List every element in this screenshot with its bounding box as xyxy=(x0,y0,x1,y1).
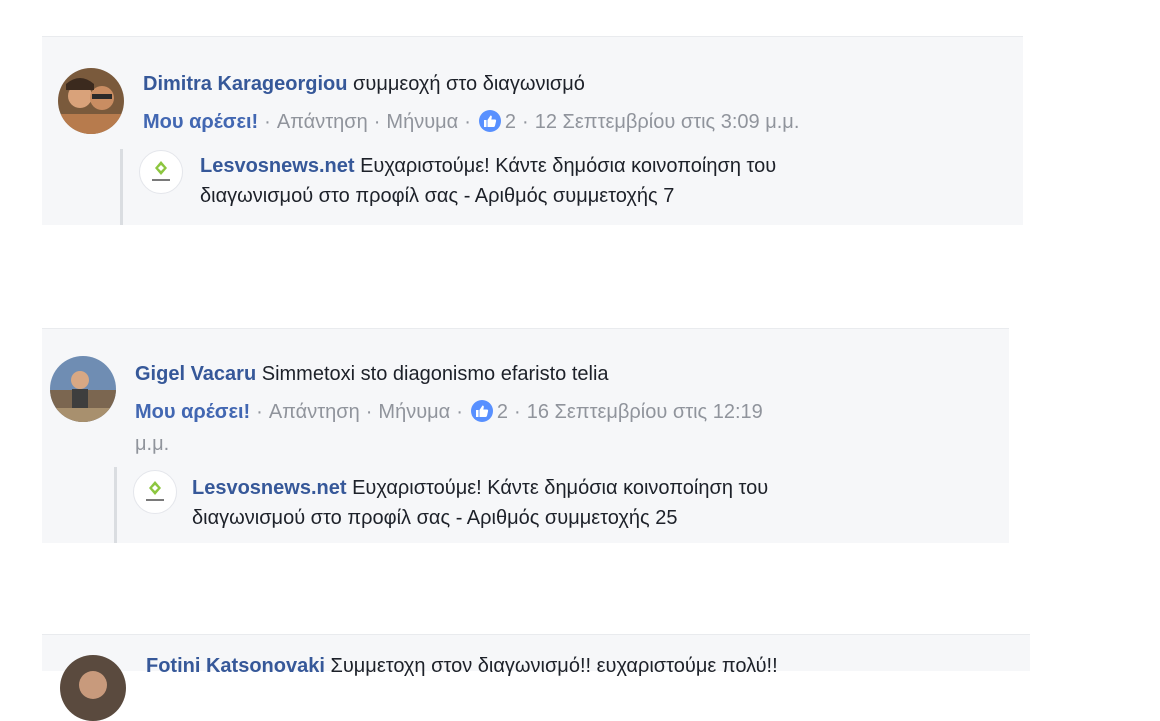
separator-dot: · xyxy=(365,401,373,423)
comment-actions: Μου αρέσει! · Απάντηση · Μήνυμα · 2 · 16 Σεπτεμβ… xyxy=(135,399,763,425)
reply-body-line-2: διαγωνισμού στο προφίλ σας - Αριθμός συμ… xyxy=(192,507,678,529)
reply-line-1: Lesvosnews.net Ευχαριστούμε! Κάντε δημόσ… xyxy=(192,473,768,503)
reply-body-line-1: Ευχαριστούμε! Κάντε δημόσια κοινοποίηση … xyxy=(360,155,777,177)
like-count[interactable]: 2 xyxy=(497,401,508,423)
avatar[interactable] xyxy=(58,68,124,134)
reply-text: Lesvosnews.net Ευχαριστούμε! Κάντε δημόσ… xyxy=(200,151,776,211)
thumbs-up-icon[interactable] xyxy=(470,400,493,422)
separator-dot: · xyxy=(522,111,529,133)
separator-dot: · xyxy=(373,111,381,133)
separator-dot: · xyxy=(514,401,521,423)
comment-author[interactable]: Dimitra Karageorgiou xyxy=(143,73,347,95)
like-link[interactable]: Μου αρέσει! xyxy=(143,111,258,133)
like-count[interactable]: 2 xyxy=(505,111,516,133)
separator-dot: · xyxy=(256,401,263,423)
reply-line-1: Lesvosnews.net Ευχαριστούμε! Κάντε δημόσ… xyxy=(200,151,776,181)
comment-card: Gigel Vacaru Simmetoxi sto diagonismo ef… xyxy=(42,328,1009,543)
comment-timestamp-continued[interactable]: μ.μ. xyxy=(135,431,169,457)
separator-dot: · xyxy=(464,111,471,133)
comment-header: Gigel Vacaru Simmetoxi sto diagonismo ef… xyxy=(135,361,609,387)
reply-thread-line xyxy=(120,149,123,225)
comment-timestamp[interactable]: 12 Σεπτεμβρίου στις 3:09 μ.μ. xyxy=(535,111,800,133)
separator-dot: · xyxy=(264,111,271,133)
reply-thread-line xyxy=(114,467,117,543)
message-link[interactable]: Μήνυμα xyxy=(386,111,458,133)
comment-actions: Μου αρέσει! · Απάντηση · Μήνυμα · 2 · 12 Σεπτεμβ… xyxy=(143,109,799,135)
comment-timestamp[interactable]: 16 Σεπτεμβρίου στις 12:19 xyxy=(527,401,763,423)
lesvosnews-logo-icon[interactable] xyxy=(133,470,177,514)
thumbs-up-icon[interactable] xyxy=(478,110,501,132)
comment-text: συμμεοχή στο διαγωνισμό xyxy=(353,73,585,95)
comment-author[interactable]: Fotini Katsonovaki xyxy=(146,655,325,677)
comment-text: Συμμετοχη στον διαγωνισμό!! ευχαριστούμε… xyxy=(330,655,778,677)
separator-dot: · xyxy=(456,401,463,423)
reply-author[interactable]: Lesvosnews.net xyxy=(200,155,355,177)
avatar[interactable] xyxy=(50,356,116,422)
reply-text: Lesvosnews.net Ευχαριστούμε! Κάντε δημόσ… xyxy=(192,473,768,533)
message-link[interactable]: Μήνυμα xyxy=(378,401,450,423)
like-link[interactable]: Μου αρέσει! xyxy=(135,401,250,423)
reply-link[interactable]: Απάντηση xyxy=(277,111,368,133)
reply-body-line-1: Ευχαριστούμε! Κάντε δημόσια κοινοποίηση … xyxy=(352,477,769,499)
comment-header: Fotini Katsonovaki Συμμετοχη στον διαγων… xyxy=(146,653,778,679)
comment-header: Dimitra Karageorgiou συμμεοχή στο διαγων… xyxy=(143,71,585,97)
comment-text: Simmetoxi sto diagonismo efaristo telia xyxy=(261,363,609,385)
reply-body-line-2: διαγωνισμού στο προφίλ σας - Αριθμός συμ… xyxy=(200,185,675,207)
lesvosnews-logo-icon[interactable] xyxy=(139,150,183,194)
avatar[interactable] xyxy=(60,655,126,721)
comment-card: Fotini Katsonovaki Συμμετοχη στον διαγων… xyxy=(42,634,1030,721)
comment-author[interactable]: Gigel Vacaru xyxy=(135,363,256,385)
comment-card: Dimitra Karageorgiou συμμεοχή στο διαγων… xyxy=(42,36,1023,225)
reply-link[interactable]: Απάντηση xyxy=(269,401,360,423)
reply-author[interactable]: Lesvosnews.net xyxy=(192,477,347,499)
